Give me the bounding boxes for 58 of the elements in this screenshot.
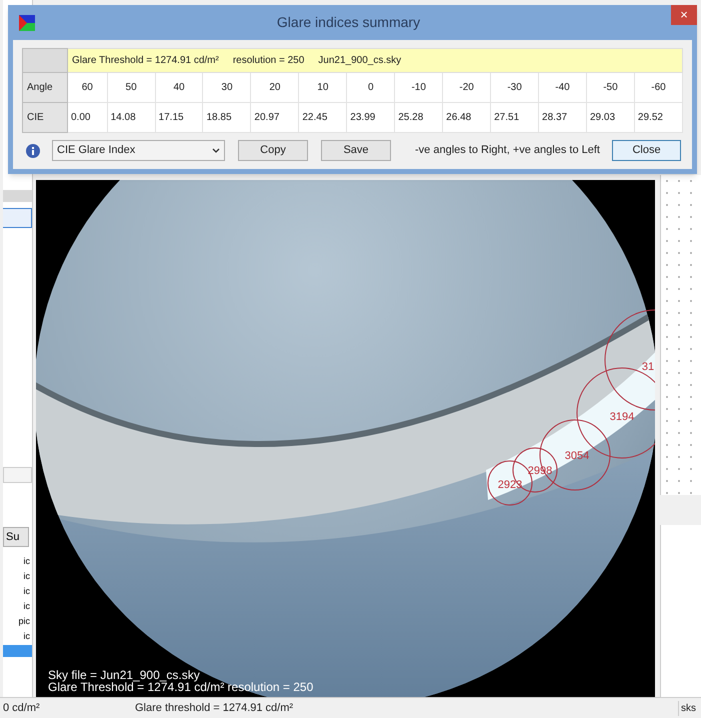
render-caption: Sky file = Jun21_900_cs.sky [48, 669, 201, 681]
table-cell: 18.85 [202, 102, 251, 132]
close-button[interactable]: × [671, 5, 697, 25]
glare-value-label: 3054 [564, 450, 590, 462]
list-item[interactable]: ic [3, 557, 30, 566]
index-dropdown[interactable]: CIE Glare Index [52, 140, 225, 161]
action-button[interactable]: Copy [238, 140, 308, 161]
info-icon [26, 144, 40, 158]
selected-field[interactable] [3, 208, 32, 228]
table-cell: 17.15 [155, 102, 203, 132]
table-cell: -60 [634, 72, 682, 102]
table-cell: 20 [250, 72, 299, 102]
list-item[interactable]: ic [3, 587, 30, 596]
table-cell: -20 [442, 72, 491, 102]
action-button[interactable]: Save [321, 140, 391, 161]
panel-tab[interactable]: Su [3, 527, 29, 547]
table-cell: 27.51 [490, 102, 539, 132]
glare-value-label: 31 [642, 361, 654, 373]
list-item[interactable]: pic [3, 617, 30, 626]
glare-value-label: 3194 [610, 411, 634, 423]
list-highlight-bar[interactable] [3, 645, 32, 657]
table-cell: 20.97 [250, 102, 299, 132]
table-cell: 30 [202, 72, 251, 102]
sky-file-text: Jun21_900_cs.sky [318, 54, 402, 68]
table-cell: 23.99 [346, 102, 395, 132]
table-cell: 0 [346, 72, 395, 102]
table-cell: 10 [298, 72, 347, 102]
input-field[interactable] [3, 467, 32, 483]
angle-note: -ve angles to Right, +ve angles to Left [415, 143, 600, 158]
table-cell: 28.37 [538, 102, 586, 132]
table-cell: 0.00 [68, 102, 108, 132]
table-cell: 29.52 [634, 102, 682, 132]
list-item[interactable]: ic [3, 632, 30, 641]
table-cell: 22.45 [298, 102, 347, 132]
row-header: Angle [22, 72, 68, 102]
table-cell: 40 [155, 72, 203, 102]
list-item[interactable]: ic [3, 572, 30, 581]
table-cell: 60 [68, 72, 108, 102]
table-cell: 29.03 [586, 102, 634, 132]
row-header: CIE [22, 102, 68, 132]
resolution-text: resolution = 250 [232, 54, 304, 68]
glare-threshold-text: Glare Threshold = 1274.91 cd/m² [72, 54, 219, 68]
status-text: 0 cd/m² [3, 700, 41, 716]
taskbar-tab[interactable]: sks [678, 700, 698, 716]
list-item[interactable]: ic [3, 602, 30, 611]
table-cell: -30 [490, 72, 539, 102]
app-logo-icon [19, 14, 35, 30]
table-cell: 26.48 [442, 102, 491, 132]
table-cell: -40 [538, 72, 586, 102]
table-cell: -10 [394, 72, 443, 102]
status-text: Glare threshold = 1274.91 cd/m² [135, 700, 294, 716]
table-cell: 25.28 [394, 102, 443, 132]
table-cell: -50 [586, 72, 634, 102]
table-cell: 50 [107, 72, 156, 102]
dialog-title: Glare indices summary [276, 13, 422, 32]
table-cell: 14.08 [107, 102, 156, 132]
close-dialog-button[interactable]: Close [612, 140, 681, 161]
chevron-down-icon [212, 148, 220, 154]
